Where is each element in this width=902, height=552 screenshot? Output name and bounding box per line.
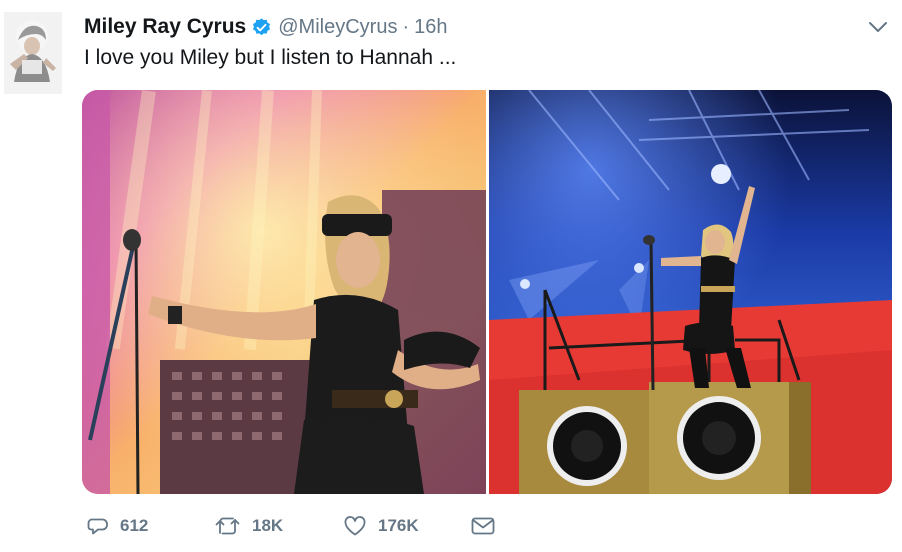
photo-2[interactable]: [489, 90, 892, 494]
like-count: 176K: [378, 516, 419, 535]
photo-1[interactable]: [82, 90, 486, 494]
like-button[interactable]: 176K: [342, 514, 470, 538]
media-grid: [82, 90, 892, 494]
tweet-actions: 612 18K 176K: [86, 510, 496, 542]
tweet-timestamp[interactable]: 16h: [414, 16, 447, 39]
tweet-header: Miley Ray Cyrus @MileyCyrus · 16h: [84, 14, 448, 40]
reply-icon: [86, 514, 110, 538]
like-icon: [342, 514, 368, 538]
tweet-text: I love you Miley but I listen to Hannah …: [84, 46, 457, 69]
retweet-count: 18K: [252, 516, 284, 535]
avatar[interactable]: [4, 12, 62, 94]
reply-count: 612: [120, 516, 149, 535]
author-handle[interactable]: @MileyCyrus: [278, 16, 397, 39]
direct-message-icon: [470, 514, 496, 538]
verified-icon: [251, 17, 272, 38]
direct-message-button[interactable]: [470, 514, 496, 538]
chevron-down-icon[interactable]: [868, 20, 888, 34]
retweet-icon: [214, 514, 242, 538]
retweet-button[interactable]: 18K: [214, 514, 338, 538]
avatar-image: [4, 12, 62, 94]
reply-button[interactable]: 612: [86, 514, 210, 538]
author-name[interactable]: Miley Ray Cyrus: [84, 15, 246, 39]
separator-dot: ·: [402, 15, 410, 38]
